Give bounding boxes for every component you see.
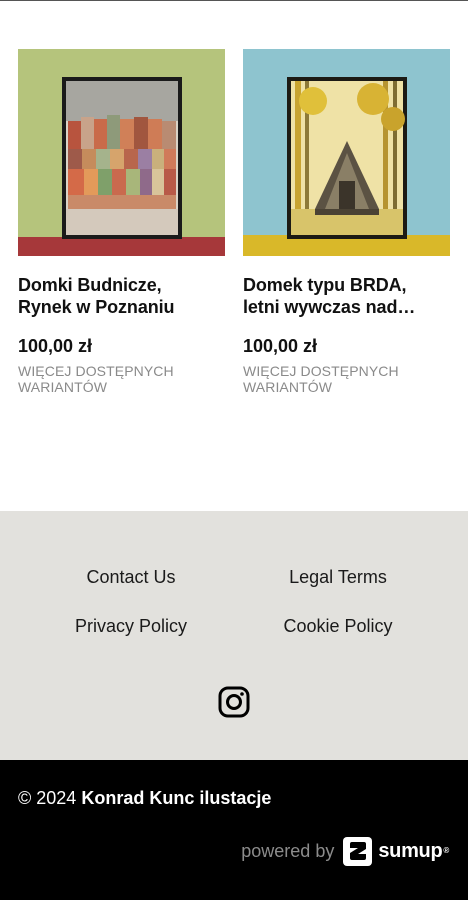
sumup-wordmark: sumup®: [378, 840, 449, 862]
sumup-registered-mark: ®: [443, 846, 449, 855]
product-price: 100,00 zł: [18, 336, 93, 356]
product-title[interactable]: Domek typu BRDA, letni wywczas nad…: [243, 274, 450, 318]
copyright-prefix: © 2024: [18, 788, 77, 808]
product-title-line: Rynek w Poznaniu: [18, 297, 175, 317]
instagram-icon[interactable]: [218, 686, 250, 718]
footer-links-section: Contact Us Legal Terms Privacy Policy Co…: [0, 511, 468, 760]
sumup-mark-icon: [343, 836, 373, 866]
top-divider: [0, 0, 468, 1]
contact-us-link[interactable]: Contact Us: [31, 566, 231, 588]
product-grid: Domki Budnicze, Rynek w Poznaniu 100,00 …: [18, 49, 450, 409]
sumup-logo: sumup®: [343, 836, 449, 866]
product-title-line: Domek typu BRDA,: [243, 275, 407, 295]
brand-name: Konrad Kunc ilustacje: [81, 788, 272, 808]
product-title-line: letni wywczas nad…: [243, 297, 416, 317]
product-image-brda[interactable]: [243, 49, 450, 256]
powered-by-label: powered by: [241, 841, 335, 861]
variants-note: WIĘCEJ DOSTĘPNYCH WARIANTÓW: [243, 363, 399, 395]
product-title[interactable]: Domki Budnicze, Rynek w Poznaniu: [18, 274, 225, 318]
product-image-poznan[interactable]: [18, 49, 225, 256]
privacy-policy-link[interactable]: Privacy Policy: [31, 615, 231, 637]
product-card[interactable]: Domek typu BRDA, letni wywczas nad… 100,…: [243, 49, 450, 395]
sumup-wordmark-text: sumup: [378, 840, 443, 862]
copyright-text: © 2024 Konrad Kunc ilustacje: [18, 787, 271, 809]
product-title-line: Domki Budnicze,: [18, 275, 162, 295]
variants-note: WIĘCEJ DOSTĘPNYCH WARIANTÓW: [18, 363, 174, 395]
product-price: 100,00 zł: [243, 336, 318, 356]
product-card[interactable]: Domki Budnicze, Rynek w Poznaniu 100,00 …: [18, 49, 225, 395]
cookie-policy-link[interactable]: Cookie Policy: [238, 615, 438, 637]
powered-by-sumup[interactable]: powered by sumup®: [241, 836, 449, 866]
legal-terms-link[interactable]: Legal Terms: [238, 566, 438, 588]
footer-bottom-bar: © 2024 Konrad Kunc ilustacje powered by …: [0, 760, 468, 900]
